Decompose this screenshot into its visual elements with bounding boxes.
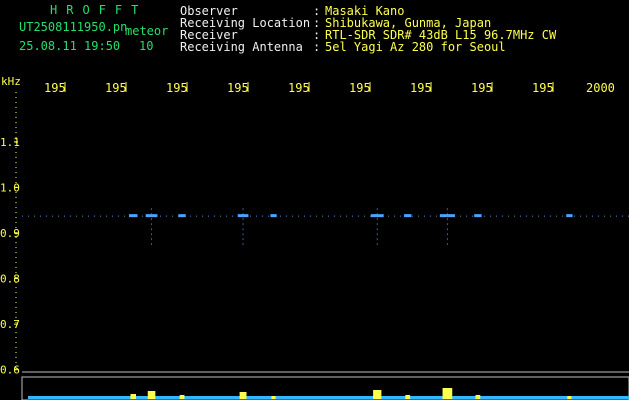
level-bar <box>179 395 185 399</box>
meteor-echo <box>566 214 573 218</box>
datetime-label: 25.08.11 19:50 <box>19 39 121 53</box>
meta-sep-antenna: : <box>313 40 321 54</box>
meteor-echo <box>270 214 277 218</box>
x-tick-label: 195 <box>349 81 371 95</box>
level-bar <box>373 390 382 399</box>
spectrogram: kHz1.11.00.90.80.70.6 195 195 195 195 195 195… <box>0 75 629 400</box>
y-tick-label: 0.8 <box>0 273 20 286</box>
meteor-echo <box>474 214 482 218</box>
y-axis-unit-label: kHz <box>1 75 21 88</box>
level-bar <box>147 391 156 399</box>
level-bar <box>130 394 136 399</box>
meteor-echo <box>129 214 138 218</box>
x-tick-label: 195 <box>44 81 66 95</box>
level-bar <box>405 395 411 399</box>
x-tick-label: 195 <box>410 81 432 95</box>
y-tick-label: 0.9 <box>0 227 20 240</box>
x-tick-label: 195 <box>166 81 188 95</box>
level-baseline <box>28 396 629 399</box>
count-label: 10 <box>139 39 154 53</box>
level-bar <box>21 371 629 400</box>
mode-label: meteor <box>125 24 169 38</box>
meteor-echo <box>178 214 186 218</box>
level-bar <box>567 396 572 399</box>
meteor-echo <box>404 214 412 218</box>
y-tick-label: 1.1 <box>0 136 20 149</box>
x-axis: 195 195 195 195 195 195 195 195 195 2000 <box>44 81 615 95</box>
x-tick-label: 2000 <box>586 81 615 95</box>
level-bar <box>271 396 276 399</box>
y-tick-label: 0.7 <box>0 318 20 331</box>
y-tick-label: 1.0 <box>0 181 20 194</box>
level-bar <box>475 395 481 399</box>
x-tick-label: 195 <box>471 81 493 95</box>
x-tick-label: 195 <box>105 81 127 95</box>
meta-value-antenna: 5el Yagi Az 280 for Seoul <box>325 40 506 54</box>
x-tick-label: 195 <box>288 81 310 95</box>
brand-label: HROFFT <box>50 3 148 17</box>
x-tick-label: 195 <box>532 81 554 95</box>
filename-label: UT2508111950.pn <box>19 20 128 34</box>
level-bar <box>442 388 453 399</box>
x-tick-label: 195 <box>227 81 249 95</box>
y-axis: kHz 1.1 1.0 0.9 0.8 0.7 0.6 <box>0 75 21 377</box>
level-bar <box>239 392 247 399</box>
meta-label-antenna: Receiving Antenna <box>180 40 303 54</box>
y-tick-label: 0.6 <box>0 364 20 377</box>
signal-traces <box>22 208 629 247</box>
